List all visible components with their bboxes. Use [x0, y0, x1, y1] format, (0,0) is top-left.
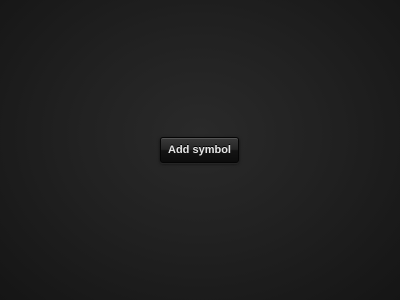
add-symbol-button[interactable]: Add symbol: [160, 137, 239, 163]
dark-textured-background: Add symbol: [0, 0, 400, 300]
